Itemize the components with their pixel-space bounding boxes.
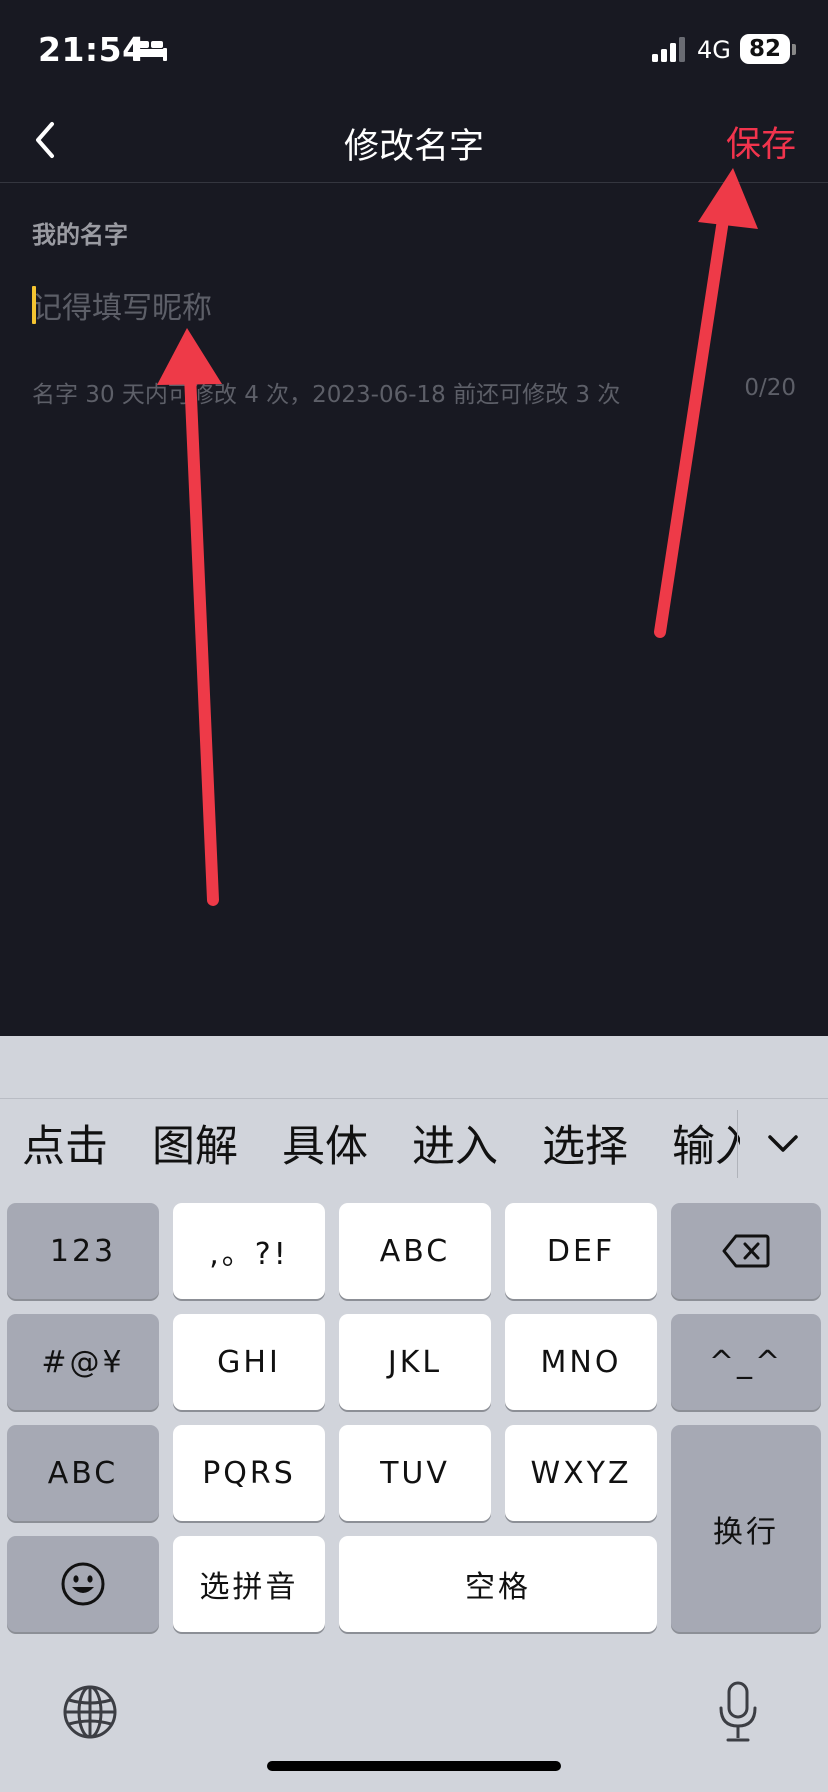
key-123[interactable]: 123 xyxy=(7,1203,159,1299)
arrow-to-input xyxy=(157,328,222,906)
key-kaomoji[interactable]: ^_^ xyxy=(671,1314,821,1410)
microphone-icon[interactable] xyxy=(716,1680,760,1744)
text-cursor xyxy=(32,286,36,324)
return-key[interactable]: 换行 xyxy=(671,1425,821,1632)
save-button[interactable]: 保存 xyxy=(726,116,796,167)
key-pqrs[interactable]: PQRS xyxy=(173,1425,325,1521)
candidate-bar: 点击 图解 具体 进入 选择 输入 xyxy=(0,1106,740,1176)
key-tuv[interactable]: TUV xyxy=(339,1425,491,1521)
candidate-word[interactable]: 点击 xyxy=(22,1112,108,1174)
arrow-to-save xyxy=(654,168,758,638)
candidate-word[interactable]: 进入 xyxy=(412,1112,498,1174)
status-time: 21:54 xyxy=(38,30,146,69)
globe-icon[interactable] xyxy=(62,1684,118,1740)
key-jkl[interactable]: JKL xyxy=(339,1314,491,1410)
smiley-icon xyxy=(61,1562,105,1606)
chevron-down-icon[interactable] xyxy=(766,1132,800,1156)
emoji-key[interactable] xyxy=(7,1536,159,1632)
key-def[interactable]: DEF xyxy=(505,1203,657,1299)
bed-icon xyxy=(133,39,167,61)
key-abc[interactable]: ABC xyxy=(339,1203,491,1299)
page-title: 修改名字 xyxy=(343,127,484,167)
candidate-divider xyxy=(737,1110,738,1178)
backspace-key[interactable] xyxy=(671,1203,821,1299)
keyboard-toolbar xyxy=(0,1036,828,1099)
battery-icon: 82 xyxy=(740,34,790,64)
key-abc-switch[interactable]: ABC xyxy=(7,1425,159,1521)
nav-bar: 修改名字 保存 xyxy=(0,100,828,183)
key-wxyz[interactable]: WXYZ xyxy=(505,1425,657,1521)
battery-tip xyxy=(792,44,796,55)
candidate-word[interactable]: 具体 xyxy=(282,1112,368,1174)
backspace-icon xyxy=(722,1234,770,1268)
space-key[interactable]: 空格 xyxy=(339,1536,657,1632)
nickname-input[interactable] xyxy=(32,284,792,332)
home-indicator xyxy=(267,1761,561,1771)
status-bar: 21:54 4G 82 xyxy=(0,0,828,100)
candidate-word[interactable]: 输入 xyxy=(672,1112,740,1174)
key-ghi[interactable]: GHI xyxy=(173,1314,325,1410)
network-type: 4G xyxy=(697,36,731,64)
character-counter: 0/20 xyxy=(744,375,796,401)
rename-limit-hint: 名字 30 天内可修改 4 次，2023-06-18 前还可修改 3 次 xyxy=(32,382,621,408)
name-field-label: 我的名字 xyxy=(32,221,128,249)
signal-icon xyxy=(652,37,685,62)
candidate-word[interactable]: 选择 xyxy=(542,1112,628,1174)
key-punctuation[interactable]: ,。?! xyxy=(173,1203,325,1299)
key-mno[interactable]: MNO xyxy=(505,1314,657,1410)
candidate-word[interactable]: 图解 xyxy=(152,1112,238,1174)
key-symbols[interactable]: #@¥ xyxy=(7,1314,159,1410)
ime-keyboard: 点击 图解 具体 进入 选择 输入 xyxy=(0,1036,828,1792)
key-select-pinyin[interactable]: 选拼音 xyxy=(173,1536,325,1632)
